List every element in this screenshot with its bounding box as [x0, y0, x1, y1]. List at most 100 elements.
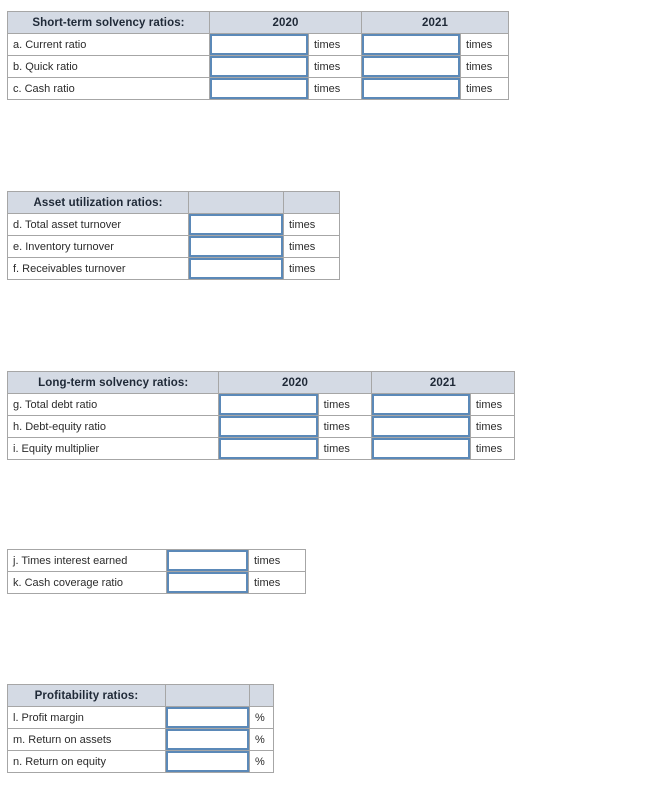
- input-cell-2020[interactable]: [218, 437, 319, 460]
- unit-label: times: [307, 55, 363, 78]
- total-debt-ratio-2021-input[interactable]: [371, 394, 470, 415]
- table-row: a. Current ratio times times: [7, 33, 510, 56]
- quick-ratio-2020-input[interactable]: [210, 56, 308, 77]
- row-label: k. Cash coverage ratio: [7, 571, 167, 594]
- return-on-equity-input[interactable]: [166, 751, 249, 772]
- times-interest-earned-input[interactable]: [167, 550, 248, 571]
- table-header-row: Short-term solvency ratios: 2020 2021: [7, 11, 510, 34]
- row-label: f. Receivables turnover: [7, 257, 189, 280]
- table-row: c. Cash ratio times times: [7, 77, 510, 100]
- table-header-row: Long-term solvency ratios: 2020 2021: [6, 371, 516, 394]
- table-row: i. Equity multiplier times times: [6, 437, 516, 460]
- row-label: d. Total asset turnover: [7, 213, 189, 236]
- unit-label: times: [248, 571, 306, 594]
- current-ratio-2021-input[interactable]: [362, 34, 461, 55]
- debt-equity-ratio-2021-input[interactable]: [371, 416, 470, 437]
- unit-label: times: [307, 33, 363, 56]
- header-year-2021: 2021: [370, 371, 516, 394]
- input-cell[interactable]: [188, 213, 284, 236]
- unit-label: times: [460, 77, 510, 100]
- row-label: i. Equity multiplier: [6, 437, 220, 460]
- input-cell-2021[interactable]: [370, 437, 471, 460]
- header-title: Long-term solvency ratios:: [6, 371, 220, 394]
- row-label: g. Total debt ratio: [6, 393, 220, 416]
- input-cell[interactable]: [165, 750, 250, 773]
- input-cell-2021[interactable]: [361, 55, 462, 78]
- input-cell-2020[interactable]: [218, 415, 319, 438]
- table-row: f. Receivables turnover times: [7, 257, 340, 280]
- equity-multiplier-2020-input[interactable]: [219, 438, 318, 459]
- header-blank-1: [165, 684, 250, 707]
- row-label: l. Profit margin: [7, 706, 166, 729]
- unit-label: times: [460, 55, 510, 78]
- row-label: h. Debt-equity ratio: [6, 415, 220, 438]
- unit-label: %: [249, 750, 274, 773]
- debt-equity-ratio-2020-input[interactable]: [219, 416, 318, 437]
- unit-label: times: [283, 257, 340, 280]
- input-cell[interactable]: [166, 571, 249, 594]
- table-header-row: Asset utilization ratios:: [7, 191, 340, 214]
- input-cell[interactable]: [166, 549, 249, 572]
- return-on-assets-input[interactable]: [166, 729, 249, 750]
- quick-ratio-2021-input[interactable]: [362, 56, 461, 77]
- input-cell-2021[interactable]: [370, 393, 471, 416]
- total-debt-ratio-2020-input[interactable]: [219, 394, 318, 415]
- unit-label: times: [469, 437, 516, 460]
- inventory-turnover-input[interactable]: [189, 236, 283, 257]
- header-blank-2: [283, 191, 340, 214]
- unit-label: times: [283, 213, 340, 236]
- row-label: b. Quick ratio: [7, 55, 210, 78]
- header-title: Profitability ratios:: [7, 684, 166, 707]
- long-term-solvency-table: Long-term solvency ratios: 2020 2021 g. …: [6, 371, 516, 460]
- total-asset-turnover-input[interactable]: [189, 214, 283, 235]
- asset-utilization-table: Asset utilization ratios: d. Total asset…: [7, 191, 340, 280]
- unit-label: %: [249, 728, 274, 751]
- table-row: d. Total asset turnover times: [7, 213, 340, 236]
- header-title: Asset utilization ratios:: [7, 191, 189, 214]
- table-row: m. Return on assets %: [7, 728, 274, 751]
- input-cell-2021[interactable]: [361, 33, 462, 56]
- input-cell[interactable]: [188, 235, 284, 258]
- input-cell-2020[interactable]: [209, 33, 309, 56]
- input-cell[interactable]: [165, 706, 250, 729]
- input-cell-2020[interactable]: [218, 393, 319, 416]
- unit-label: times: [317, 437, 372, 460]
- table-row: n. Return on equity %: [7, 750, 274, 773]
- input-cell[interactable]: [188, 257, 284, 280]
- current-ratio-2020-input[interactable]: [210, 34, 308, 55]
- row-label: e. Inventory turnover: [7, 235, 189, 258]
- cash-coverage-ratio-input[interactable]: [167, 572, 248, 593]
- row-label: m. Return on assets: [7, 728, 166, 751]
- header-blank-2: [249, 684, 274, 707]
- unit-label: times: [469, 393, 516, 416]
- table-row: l. Profit margin %: [7, 706, 274, 729]
- input-cell-2021[interactable]: [361, 77, 462, 100]
- input-cell-2020[interactable]: [209, 77, 309, 100]
- header-year-2020: 2020: [218, 371, 372, 394]
- header-blank-1: [188, 191, 284, 214]
- header-year-2020: 2020: [208, 11, 363, 34]
- cash-ratio-2021-input[interactable]: [362, 78, 461, 99]
- header-title: Short-term solvency ratios:: [7, 11, 210, 34]
- unit-label: times: [317, 415, 372, 438]
- row-label: j. Times interest earned: [7, 549, 167, 572]
- short-term-solvency-table: Short-term solvency ratios: 2020 2021 a.…: [7, 11, 510, 100]
- equity-multiplier-2021-input[interactable]: [371, 438, 470, 459]
- unit-label: %: [249, 706, 274, 729]
- unit-label: times: [307, 77, 363, 100]
- row-label: c. Cash ratio: [7, 77, 210, 100]
- header-year-2021: 2021: [361, 11, 510, 34]
- profit-margin-input[interactable]: [166, 707, 249, 728]
- table-row: e. Inventory turnover times: [7, 235, 340, 258]
- coverage-ratios-table: j. Times interest earned times k. Cash c…: [7, 549, 306, 594]
- unit-label: times: [460, 33, 510, 56]
- unit-label: times: [317, 393, 372, 416]
- receivables-turnover-input[interactable]: [189, 258, 283, 279]
- table-row: h. Debt-equity ratio times times: [6, 415, 516, 438]
- input-cell[interactable]: [165, 728, 250, 751]
- input-cell-2020[interactable]: [209, 55, 309, 78]
- table-header-row: Profitability ratios:: [7, 684, 274, 707]
- cash-ratio-2020-input[interactable]: [210, 78, 308, 99]
- table-row: g. Total debt ratio times times: [6, 393, 516, 416]
- input-cell-2021[interactable]: [370, 415, 471, 438]
